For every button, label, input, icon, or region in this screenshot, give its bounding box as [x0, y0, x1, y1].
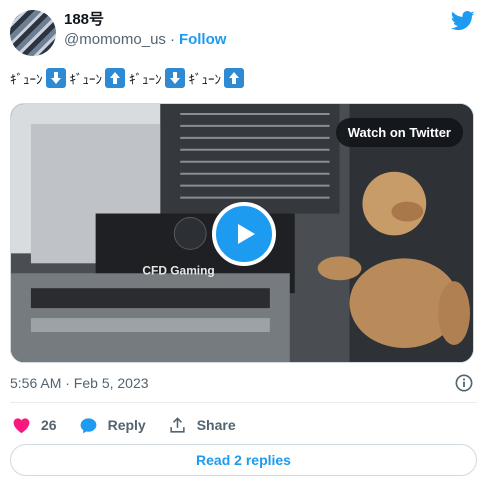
play-button[interactable] — [212, 202, 276, 266]
follow-button[interactable]: Follow — [179, 31, 227, 48]
twitter-bird-icon[interactable] — [451, 8, 475, 32]
down-arrow-icon — [164, 68, 185, 88]
divider — [10, 402, 477, 403]
share-icon — [170, 416, 185, 433]
text-part: ｷﾞｭｰﾝ — [69, 71, 103, 87]
avatar[interactable] — [10, 10, 56, 56]
share-button[interactable]: Share — [168, 416, 236, 435]
action-bar: 26 Reply Share — [12, 414, 258, 436]
like-count: 26 — [41, 417, 57, 433]
timestamp[interactable]: 5:56 AM · Feb 5, 2023 — [10, 374, 149, 392]
share-label: Share — [196, 417, 236, 433]
reply-icon — [80, 417, 96, 433]
tweet-text: ｷﾞｭｰﾝ ｷﾞｭｰﾝ ｷﾞｭｰﾝ ｷﾞｭｰﾝ — [10, 66, 248, 90]
down-arrow-icon — [45, 68, 66, 88]
author-handle[interactable]: @momomo_us — [64, 31, 166, 48]
tweet-card: 188号 @momomo_us · Follow ｷﾞｭｰﾝ ｷﾞｭｰﾝ ｷﾞｭｰﾝ… — [0, 0, 487, 482]
watch-on-twitter-badge[interactable]: Watch on Twitter — [335, 118, 463, 147]
author-name[interactable]: 188号 — [64, 11, 104, 29]
reply-label: Reply — [107, 417, 146, 433]
read-replies-button[interactable]: Read 2 replies — [10, 444, 477, 476]
reply-button[interactable]: Reply — [79, 416, 146, 435]
heart-icon — [13, 417, 30, 433]
handle-row: @momomo_us · Follow — [64, 31, 226, 49]
text-part: ｷﾞｭｰﾝ — [188, 71, 222, 87]
text-part: ｷﾞｭｰﾝ — [10, 71, 43, 87]
separator: · — [169, 31, 175, 48]
info-icon[interactable] — [455, 374, 473, 392]
play-icon — [238, 224, 255, 244]
video-media[interactable]: CFD Gaming Watch on Twitter — [10, 103, 474, 363]
like-button[interactable]: 26 — [12, 416, 57, 435]
up-arrow-icon — [105, 68, 125, 88]
product-logo: CFD Gaming — [142, 263, 214, 277]
text-part: ｷﾞｭｰﾝ — [129, 71, 162, 87]
up-arrow-icon — [224, 68, 244, 88]
